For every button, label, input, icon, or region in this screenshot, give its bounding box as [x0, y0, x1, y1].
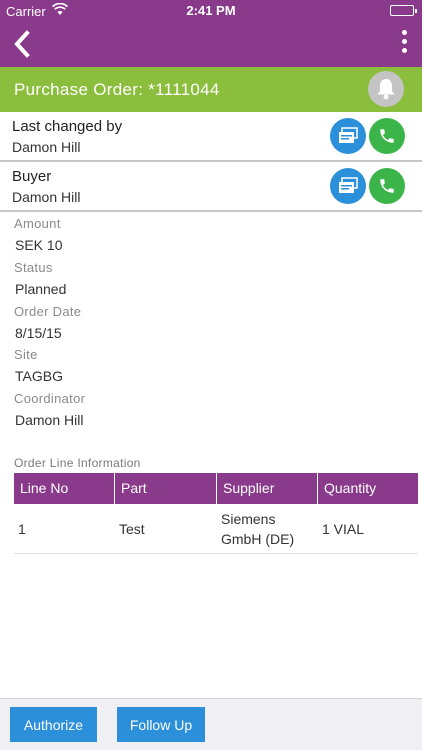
- line-no-cell: 1: [18, 520, 26, 537]
- cards-icon: [339, 177, 358, 193]
- table-header: Line No Part Supplier Quantity: [14, 473, 418, 504]
- purchase-order-header: Purchase Order: *1111044: [0, 67, 422, 112]
- more-vertical-icon: [401, 30, 407, 35]
- column-header: Quantity: [324, 480, 377, 496]
- quantity-cell: 1 VIAL: [322, 520, 365, 537]
- order-lines-title: Order Line Information: [14, 456, 141, 470]
- chevron-left-icon: [14, 30, 30, 58]
- amount-label: Amount: [14, 216, 61, 231]
- order-lines-table: Line No Part Supplier Quantity 1 Test Si…: [14, 473, 418, 554]
- contact-row-last-changed: Last changed by Damon Hill: [0, 112, 422, 162]
- cards-icon: [339, 127, 358, 143]
- coordinator-label: Coordinator: [14, 391, 86, 406]
- phone-icon: [380, 129, 394, 143]
- status-time: 2:41 PM: [186, 3, 236, 18]
- status-label: Status: [14, 260, 53, 275]
- order-date-label: Order Date: [14, 304, 82, 319]
- more-menu-button[interactable]: [398, 30, 410, 58]
- site-value: TAGBG: [15, 368, 63, 384]
- phone-icon: [380, 179, 394, 193]
- bell-icon: [377, 79, 395, 100]
- follow-up-button[interactable]: Follow Up: [117, 707, 205, 742]
- part-cell: Test: [119, 520, 145, 537]
- authorize-button[interactable]: Authorize: [10, 707, 97, 742]
- site-label: Site: [14, 347, 38, 362]
- column-header: Line No: [14, 473, 115, 504]
- column-header: Part: [115, 473, 217, 504]
- contact-name: Damon Hill: [12, 189, 81, 205]
- status-value: Planned: [15, 281, 67, 297]
- nav-bar: [0, 22, 422, 67]
- contact-name: Damon Hill: [12, 139, 81, 155]
- contact-card-button[interactable]: [330, 118, 366, 154]
- supplier-cell: Siemens GmbH (DE): [221, 510, 295, 547]
- contact-label: Last changed by: [12, 118, 123, 135]
- back-button[interactable]: [8, 28, 38, 60]
- call-button[interactable]: [369, 168, 405, 204]
- coordinator-value: Damon Hill: [15, 412, 84, 428]
- notification-button[interactable]: [368, 71, 404, 107]
- status-bar: Carrier 2:41 PM: [0, 0, 422, 22]
- contact-label: Buyer: [12, 168, 52, 185]
- action-footer: Authorize Follow Up: [0, 698, 422, 750]
- battery-icon: [390, 5, 417, 16]
- table-row[interactable]: 1 Test Siemens GmbH (DE) 1 VIAL: [14, 504, 418, 554]
- order-date-value: 8/15/15: [15, 325, 62, 341]
- contact-row-buyer: Buyer Damon Hill: [0, 162, 422, 212]
- column-header: Supplier: [217, 473, 318, 504]
- call-button[interactable]: [369, 118, 405, 154]
- contact-card-button[interactable]: [330, 168, 366, 204]
- amount-value: SEK 10: [15, 237, 63, 253]
- page-title: Purchase Order: *1111044: [14, 80, 220, 99]
